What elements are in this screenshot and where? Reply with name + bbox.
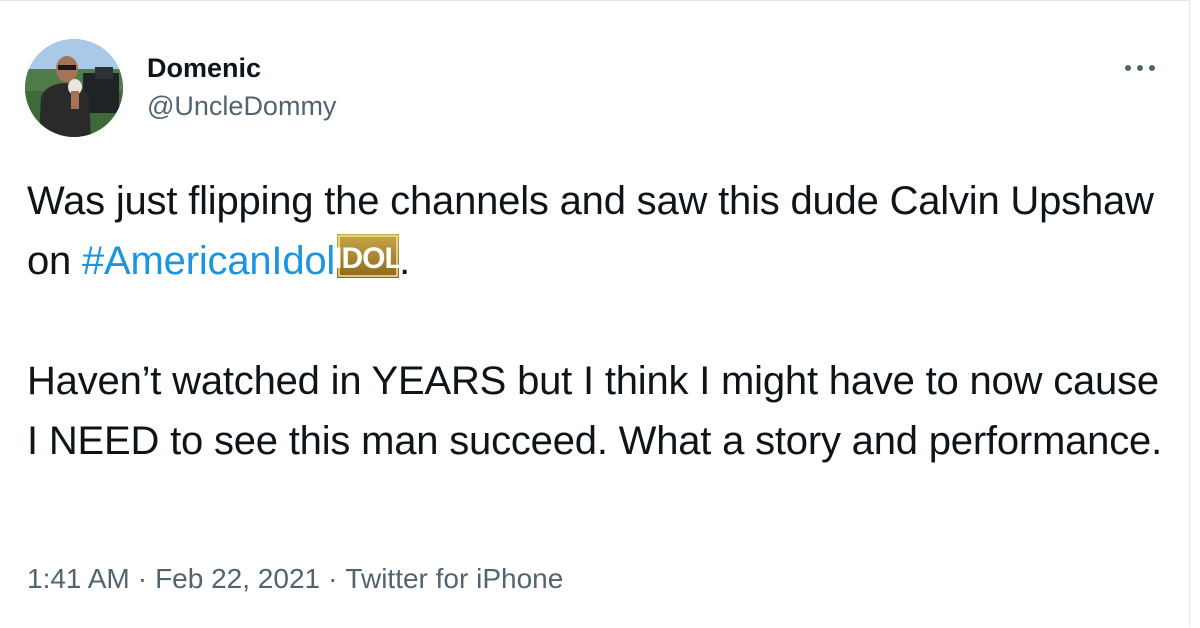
tweet-text-line1-suffix: . bbox=[399, 239, 411, 283]
avatar-photo-icon bbox=[25, 39, 123, 137]
tweet-paragraph-1: Was just flipping the channels and saw t… bbox=[27, 171, 1177, 291]
svg-text:IDOL: IDOL bbox=[337, 242, 399, 275]
tweet-text: Was just flipping the channels and saw t… bbox=[27, 171, 1177, 471]
american-idol-emoji-icon: IDOL bbox=[337, 234, 400, 278]
ellipsis-icon bbox=[1125, 65, 1155, 71]
avatar[interactable] bbox=[25, 39, 123, 137]
tweet-time[interactable]: 1:41 AM bbox=[27, 563, 130, 594]
tweet-metadata: 1:41 AM · Feb 22, 2021 · Twitter for iPhone bbox=[27, 562, 563, 596]
author-username[interactable]: @UncleDommy bbox=[147, 90, 336, 122]
tweet-source-link[interactable]: Twitter for iPhone bbox=[345, 563, 563, 594]
tweet-card: Domenic @UncleDommy Was just flipping th… bbox=[0, 0, 1190, 627]
hashtag-link[interactable]: #AmericanIdol bbox=[82, 239, 335, 283]
tweet-paragraph-2: Haven’t watched in YEARS but I think I m… bbox=[27, 359, 1162, 463]
meta-separator: · bbox=[328, 563, 338, 594]
author-display-name[interactable]: Domenic bbox=[147, 52, 261, 84]
meta-separator: · bbox=[137, 563, 148, 594]
tweet-date[interactable]: Feb 22, 2021 bbox=[155, 563, 320, 594]
more-options-button[interactable] bbox=[1118, 53, 1162, 83]
